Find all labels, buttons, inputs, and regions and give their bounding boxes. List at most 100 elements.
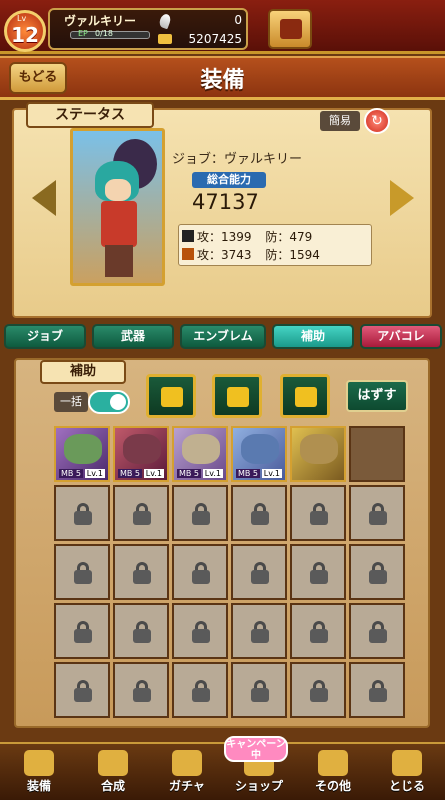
locked-slot[interactable] [231,544,287,600]
monster-image [123,434,161,464]
monster-image [64,434,102,464]
locked-slot[interactable] [54,662,110,718]
locked-slot[interactable] [172,662,228,718]
locked-slot[interactable] [54,544,110,600]
character-card[interactable] [70,128,165,286]
gold-count: 5207425 [188,32,242,46]
locked-slot[interactable] [113,544,169,600]
support-tab-label: 補助 [40,360,126,384]
lock-icon [308,621,330,643]
stat-row-2: 攻：3743 防：1594 [182,246,320,263]
locked-slot[interactable] [349,485,405,541]
locked-slot[interactable] [290,662,346,718]
lock-icon [190,621,212,643]
bulk-toggle[interactable] [88,390,130,414]
power-value: 47137 [192,190,259,214]
locked-slot[interactable] [113,662,169,718]
lock-icon [367,562,389,584]
next-arrow-icon[interactable] [390,180,414,216]
lock-icon [72,503,94,525]
lock-icon [249,621,271,643]
locked-slot[interactable] [172,544,228,600]
nav-other[interactable]: その他 [298,744,368,798]
locked-slot[interactable] [231,603,287,659]
mail-icon [280,19,302,39]
locked-slot[interactable] [349,603,405,659]
lock-icon [131,503,153,525]
mail-button[interactable] [268,9,312,49]
nav-label: 装備 [26,779,51,793]
locked-slot[interactable] [172,485,228,541]
lock-icon [249,503,271,525]
stat-row-1: 攻：1399 防：479 [182,228,312,245]
lock-icon [308,680,330,702]
locked-slot[interactable] [349,544,405,600]
gear-icon [318,750,348,776]
previous-arrow-icon[interactable] [32,180,56,216]
locked-slot[interactable] [290,603,346,659]
level-badge: Lv.1 [84,469,105,478]
level-badge: Lv 12 [4,10,46,52]
tab-weapon[interactable]: 武器 [92,324,174,349]
remove-button[interactable]: はずす [346,380,408,412]
monster-image [300,434,338,464]
mb-badge: MB 5 [118,469,143,478]
locked-slot[interactable] [349,662,405,718]
nav-label: ガチャ [169,779,205,793]
simple-view-button[interactable]: 簡易 [320,111,360,131]
monster-image [241,434,279,464]
feather-count: 0 [234,13,242,27]
tab-emblem[interactable]: エンブレム [180,324,266,349]
locked-slot[interactable] [113,603,169,659]
staff-icon [182,248,194,260]
ep-label: EP [78,29,88,38]
monster-image [182,434,220,464]
lock-icon [190,680,212,702]
mb-badge: MB 5 [236,469,261,478]
lock-icon [308,562,330,584]
sword-filter-button[interactable] [146,374,196,418]
lock-icon [367,621,389,643]
tab-avacolle[interactable]: アバコレ [360,324,442,349]
bulk-label: 一括 [54,392,88,412]
gold-icon [158,34,172,44]
nav-gacha[interactable]: ガチャ [152,744,222,798]
back-button[interactable]: もどる [9,62,67,94]
support-card[interactable]: MB 5 Lv.1 [54,426,110,482]
locked-slot[interactable] [231,662,287,718]
support-card[interactable]: MB 5 Lv.1 [231,426,287,482]
locked-slot[interactable] [54,485,110,541]
tab-job[interactable]: ジョブ [4,324,86,349]
locked-slot[interactable] [231,485,287,541]
attack-stat: 攻：3743 [197,248,252,262]
equip-icon [24,750,54,776]
mb-badge: MB 5 [59,469,84,478]
sword-icon [182,230,194,242]
power-label: 総合能力 [192,172,266,188]
lock-icon [131,621,153,643]
tab-support[interactable]: 補助 [272,324,354,349]
locked-slot[interactable] [290,544,346,600]
lock-icon [190,503,212,525]
support-card[interactable]: MB 5 Lv.1 [113,426,169,482]
locked-slot[interactable] [172,603,228,659]
support-card[interactable]: MB 5 Lv.1 [172,426,228,482]
lock-icon [367,680,389,702]
lock-icon [131,562,153,584]
helmet-filter-button[interactable] [280,374,330,418]
refresh-icon[interactable]: ↻ [364,108,390,134]
nav-close[interactable]: とじる [372,744,442,798]
campaign-badge[interactable]: キャンペーン中 [224,736,288,762]
support-card[interactable] [290,426,346,482]
locked-slot[interactable] [54,603,110,659]
empty-slot[interactable] [349,426,405,482]
status-tab-label: ステータス [26,102,154,128]
lock-icon [131,680,153,702]
nav-equip[interactable]: 装備 [4,744,74,798]
mb-badge: MB 5 [177,469,202,478]
locked-slot[interactable] [290,485,346,541]
locked-slot[interactable] [113,485,169,541]
armor-filter-button[interactable] [212,374,262,418]
level-badge: Lv.1 [261,469,282,478]
nav-fusion[interactable]: 合成 [78,744,148,798]
